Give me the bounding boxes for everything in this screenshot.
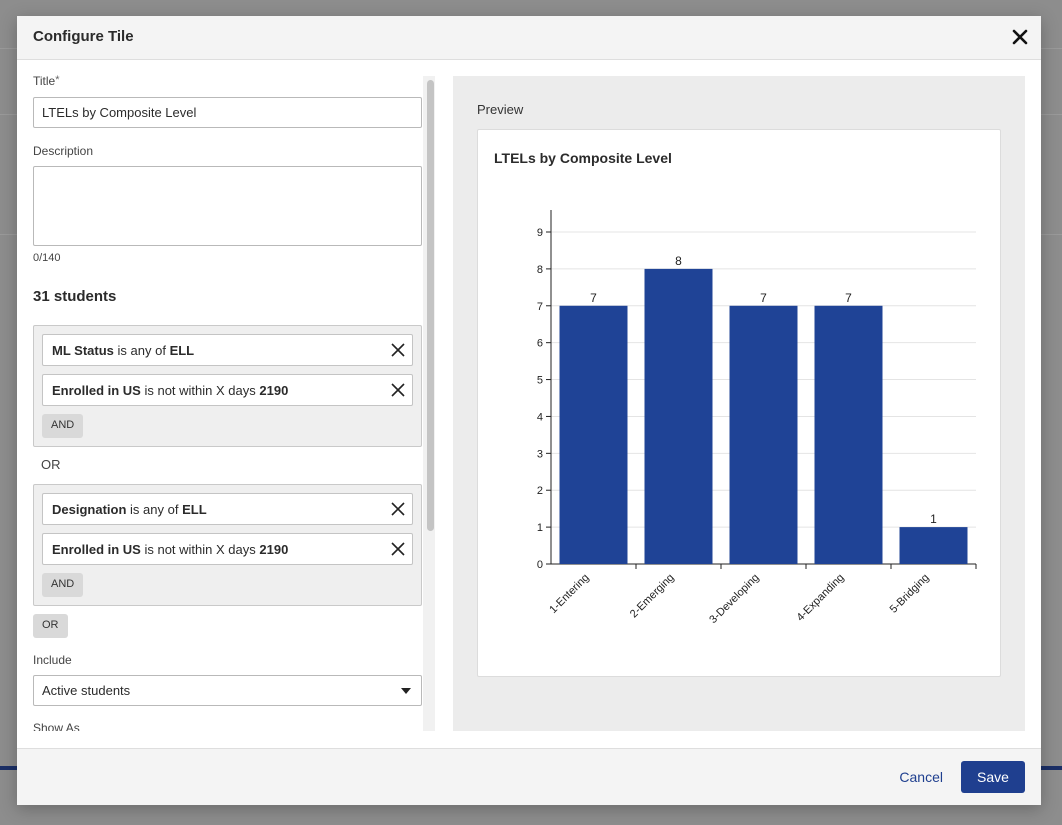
- filter-group: ML Status is any of ELL Enrolled in US i…: [33, 325, 422, 447]
- modal-title: Configure Tile: [33, 28, 134, 45]
- remove-filter-icon[interactable]: [390, 501, 406, 517]
- y-tick-label: 2: [537, 485, 543, 497]
- description-textarea[interactable]: [33, 166, 422, 246]
- bar: [644, 268, 713, 564]
- filter-field: ML Status: [52, 343, 114, 358]
- x-tick-label: 3-Developing: [707, 572, 761, 626]
- y-tick-label: 8: [537, 264, 543, 276]
- preview-label: Preview: [477, 102, 524, 117]
- filter-group: Designation is any of ELL Enrolled in US…: [33, 484, 422, 606]
- x-tick-label: 5-Bridging: [888, 572, 932, 616]
- or-button[interactable]: OR: [33, 614, 68, 638]
- configure-tile-modal: Configure Tile Title* LTELs by Composite…: [17, 16, 1041, 805]
- remove-filter-icon[interactable]: [390, 541, 406, 557]
- bar-value-label: 7: [845, 291, 852, 305]
- bar-value-label: 1: [930, 512, 937, 526]
- filter-chip[interactable]: Enrolled in US is not within X days 2190: [42, 374, 413, 406]
- filter-value: ELL: [169, 343, 195, 358]
- filter-chip[interactable]: Enrolled in US is not within X days 2190: [42, 533, 413, 565]
- description-counter: 0/140: [33, 252, 61, 264]
- save-button[interactable]: Save: [961, 761, 1025, 793]
- bar: [729, 305, 798, 564]
- chevron-down-icon: [401, 688, 411, 694]
- and-button[interactable]: AND: [42, 573, 84, 597]
- preview-panel: Preview LTELs by Composite Level 0123456…: [453, 76, 1025, 731]
- y-tick-label: 1: [537, 522, 543, 534]
- bar: [559, 305, 628, 564]
- chart-card: LTELs by Composite Level 0 1 2 3 4 5 6 7 8 9 7 1-En…: [477, 129, 1001, 677]
- bar: [899, 527, 968, 564]
- filter-operator: is any of: [117, 343, 166, 358]
- include-select[interactable]: Active students: [33, 675, 422, 706]
- filter-operator: is any of: [130, 502, 179, 517]
- required-mark: *: [55, 74, 60, 86]
- filter-field: Enrolled in US: [52, 542, 141, 557]
- filter-value: 2190: [259, 542, 289, 557]
- remove-filter-icon[interactable]: [390, 342, 406, 358]
- modal-footer: Cancel Save: [17, 748, 1041, 805]
- or-separator: OR: [41, 457, 61, 472]
- filter-value: 2190: [259, 383, 289, 398]
- filter-chip[interactable]: Designation is any of ELL: [42, 493, 413, 525]
- cancel-button[interactable]: Cancel: [899, 769, 943, 785]
- description-label: Description: [33, 144, 94, 158]
- title-input[interactable]: LTELs by Composite Level: [33, 97, 422, 128]
- x-tick-label: 1-Entering: [547, 572, 591, 616]
- remove-filter-icon[interactable]: [390, 382, 406, 398]
- y-tick-label: 9: [537, 227, 543, 239]
- y-tick-label: 7: [537, 301, 543, 313]
- show-as-label: Show As: [33, 721, 80, 731]
- and-button[interactable]: AND: [42, 414, 84, 438]
- y-tick-label: 3: [537, 448, 543, 460]
- include-selected-value: Active students: [42, 683, 131, 698]
- y-tick-label: 5: [537, 375, 543, 387]
- bar-value-label: 7: [760, 291, 767, 305]
- modal-header: Configure Tile: [17, 16, 1041, 60]
- filter-operator: is not within X days: [144, 542, 256, 557]
- filter-operator: is not within X days: [144, 383, 256, 398]
- title-label: Title*: [33, 74, 60, 88]
- include-label: Include: [33, 653, 72, 667]
- y-tick-label: 4: [537, 411, 543, 423]
- filter-field: Enrolled in US: [52, 383, 141, 398]
- filter-value: ELL: [182, 502, 207, 517]
- x-tick-label: 4-Expanding: [794, 572, 846, 624]
- form-scrollbar-thumb[interactable]: [427, 80, 434, 531]
- close-icon[interactable]: [1011, 28, 1029, 46]
- x-tick-label: 2-Emerging: [628, 572, 677, 621]
- y-tick-label: 0: [537, 559, 543, 571]
- y-tick-label: 6: [537, 338, 543, 350]
- bar-value-label: 7: [590, 291, 597, 305]
- student-count: 31 students: [33, 288, 117, 305]
- form-panel: Title* LTELs by Composite Level Descript…: [17, 60, 423, 731]
- filter-chip[interactable]: ML Status is any of ELL: [42, 334, 413, 366]
- bar: [814, 305, 883, 564]
- filter-field: Designation: [52, 502, 127, 517]
- bar-chart: 0 1 2 3 4 5 6 7 8 9 7 1-Entering 8 2-Emerging 7 3-Devel…: [537, 210, 977, 626]
- bar-value-label: 8: [675, 254, 682, 268]
